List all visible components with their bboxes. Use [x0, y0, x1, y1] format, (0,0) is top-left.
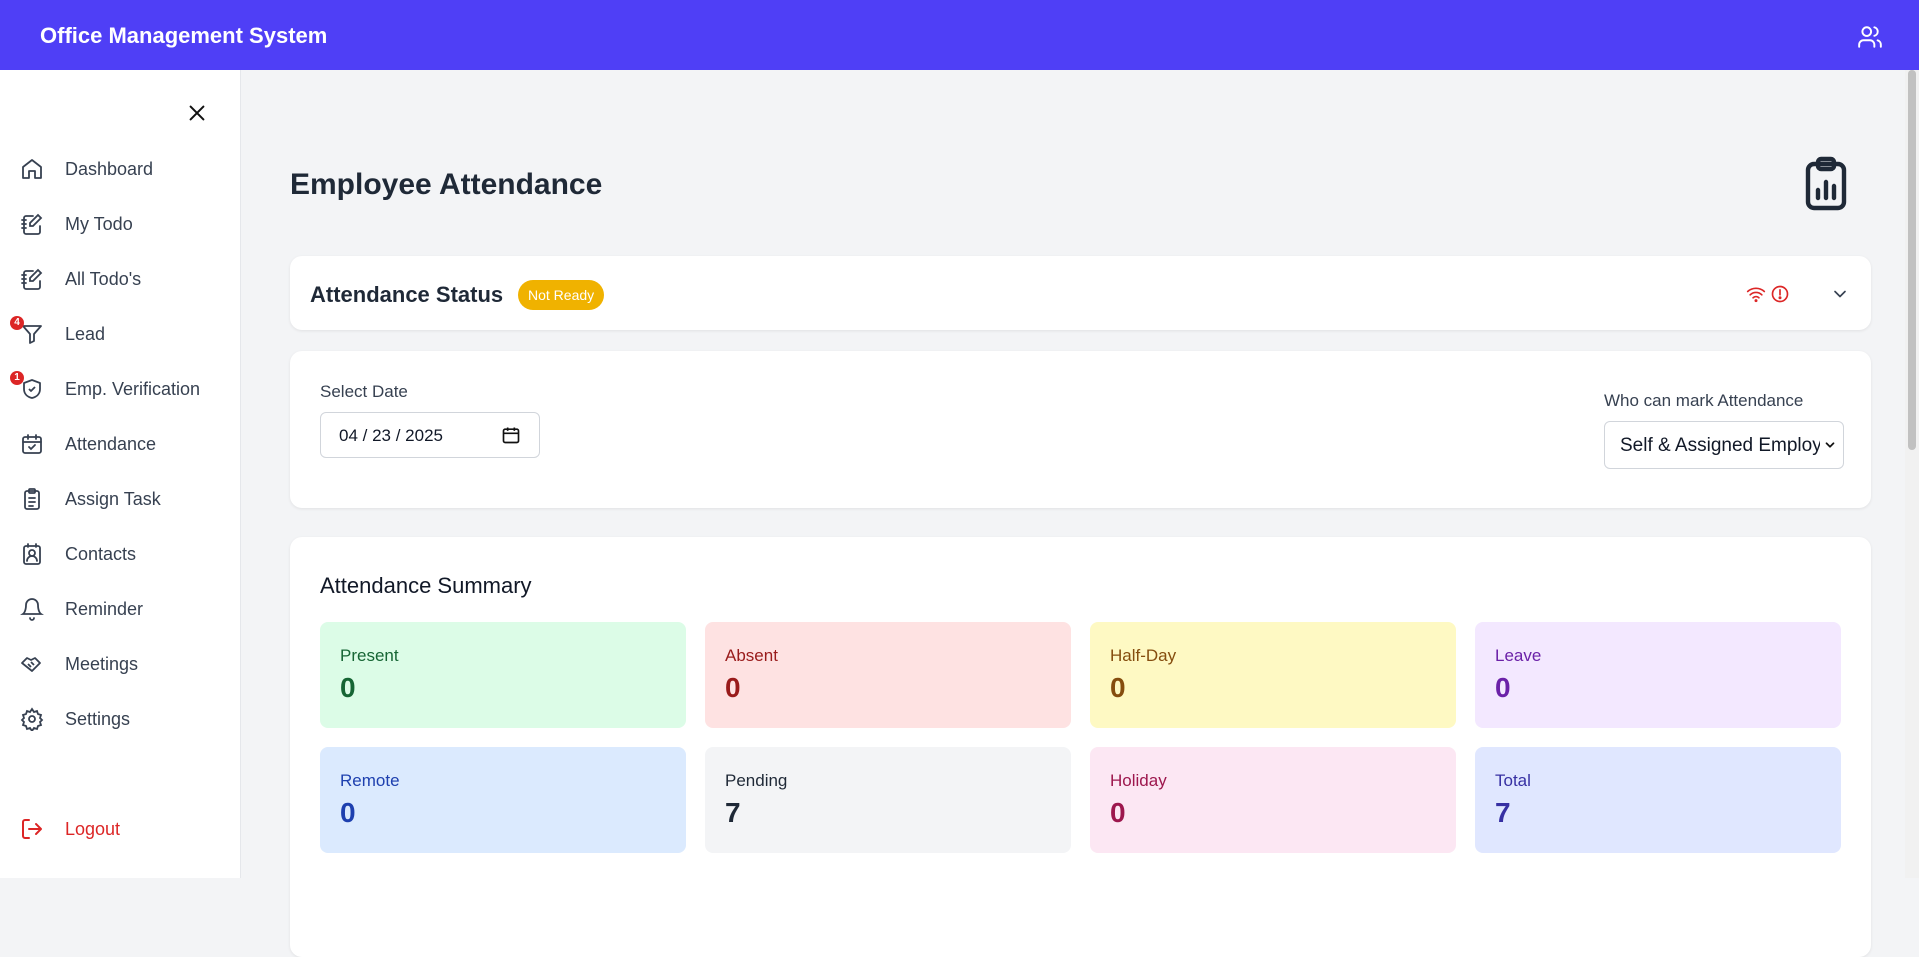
logout-icon [22, 819, 42, 839]
stat-card-leave: Leave 0 [1475, 622, 1841, 728]
who-can-mark-select[interactable]: Self & Assigned Employees [1604, 421, 1844, 469]
sidebar-item-label: Settings [65, 709, 131, 729]
chevron-down-icon [1825, 442, 1835, 448]
stat-card-holiday: Holiday 0 [1090, 747, 1456, 853]
notebook-pen-icon [21, 213, 43, 235]
attendance-summary-card: Attendance Summary Present 0 Absent 0 Ha… [290, 537, 1871, 957]
sidebar-item-label: Lead [65, 324, 106, 344]
notification-badge: 4 [10, 316, 24, 330]
sidebar-item-label: Reminder [65, 599, 144, 619]
clipboard-list-icon [24, 488, 40, 510]
sidebar-item-meetings[interactable]: Meetings [0, 644, 240, 684]
wifi-icon [1746, 287, 1766, 303]
stat-label: Present [340, 646, 399, 665]
page-scrollbar[interactable] [1905, 70, 1919, 878]
stat-card-remote: Remote 0 [320, 747, 686, 853]
clipboard-chart-icon [1805, 156, 1847, 211]
status-badge: Not Ready [518, 280, 605, 310]
stat-card-absent: Absent 0 [705, 622, 1071, 728]
logout-button[interactable]: Logout [0, 809, 240, 849]
stat-label: Half-Day [1110, 646, 1177, 665]
stat-label: Total [1495, 771, 1531, 790]
stat-card-half-day: Half-Day 0 [1090, 622, 1456, 728]
select-date-label: Select Date [320, 382, 408, 401]
sidebar-item-label: All Todo's [65, 269, 142, 289]
sidebar-item-dashboard[interactable]: Dashboard [0, 149, 240, 189]
calendar-check-icon [22, 434, 42, 454]
sidebar-item-label: Contacts [65, 544, 137, 564]
sidebar: Dashboard My Todo All Todo's 4 Lead 1 Em… [0, 70, 241, 878]
close-sidebar-icon[interactable] [186, 102, 208, 124]
alert-circle-icon [1771, 285, 1789, 303]
notification-badge: 1 [10, 371, 24, 385]
sidebar-item-my-todo[interactable]: My Todo [0, 204, 240, 244]
stat-card-total: Total 7 [1475, 747, 1841, 853]
app-title: Office Management System [40, 23, 328, 48]
date-input-value: 04 / 23 / 2025 [339, 426, 443, 445]
sidebar-item-all-todos[interactable]: All Todo's [0, 259, 240, 299]
sidebar-item-label: Meetings [65, 654, 139, 674]
stat-value: 0 [340, 672, 356, 703]
stat-label: Leave [1495, 646, 1542, 665]
stat-label: Pending [725, 771, 788, 790]
stat-value: 0 [1495, 672, 1511, 703]
filter-icon [22, 325, 42, 344]
sidebar-item-attendance[interactable]: Attendance [0, 424, 240, 464]
stat-value: 7 [725, 797, 741, 828]
sidebar-item-lead[interactable]: 4 Lead [0, 314, 240, 354]
calendar-icon[interactable] [501, 425, 521, 445]
scrollbar-thumb[interactable] [1908, 70, 1916, 450]
sidebar-item-label: Attendance [65, 434, 157, 454]
sidebar-item-reminder[interactable]: Reminder [0, 589, 240, 629]
stat-label: Holiday [1110, 771, 1167, 790]
logout-label: Logout [65, 819, 121, 839]
sidebar-item-contacts[interactable]: Contacts [0, 534, 240, 574]
contact-icon [23, 543, 41, 565]
bell-icon [20, 598, 44, 621]
top-bar: Office Management System [0, 0, 1919, 70]
stat-value: 0 [340, 797, 356, 828]
stat-card-pending: Pending 7 [705, 747, 1071, 853]
main-content: Employee Attendance Attendance Status No… [241, 70, 1905, 957]
handshake-icon [21, 657, 41, 672]
stat-card-present: Present 0 [320, 622, 686, 728]
who-can-mark-label: Who can mark Attendance [1604, 391, 1804, 410]
sidebar-item-assign-task[interactable]: Assign Task [0, 479, 240, 519]
shield-check-icon [23, 379, 41, 399]
stat-label: Remote [340, 771, 400, 790]
date-input[interactable]: 04 / 23 / 2025 [320, 412, 540, 458]
stat-value: 0 [1110, 672, 1126, 703]
sidebar-item-label: Dashboard [65, 159, 154, 179]
sidebar-item-label: Assign Task [65, 489, 161, 509]
sidebar-item-label: My Todo [65, 214, 133, 234]
notebook-pen-icon [21, 268, 43, 290]
stat-value: 7 [1495, 797, 1511, 828]
sidebar-item-emp-verification[interactable]: 1 Emp. Verification [0, 369, 240, 409]
sidebar-item-label: Emp. Verification [65, 379, 201, 399]
attendance-summary-title: Attendance Summary [320, 573, 532, 598]
home-icon [22, 159, 42, 179]
attendance-status-title: Attendance Status [310, 282, 504, 307]
sidebar-item-settings[interactable]: Settings [0, 699, 240, 739]
stat-value: 0 [725, 672, 741, 703]
chevron-down-icon[interactable] [1830, 284, 1850, 304]
attendance-filter-card: Select Date 04 / 23 / 2025 Who can mark … [290, 351, 1871, 508]
users-icon[interactable] [1857, 24, 1883, 50]
stat-value: 0 [1110, 797, 1126, 828]
page-title: Employee Attendance [290, 168, 603, 201]
attendance-status-card[interactable]: Attendance Status Not Ready [290, 256, 1871, 330]
gear-icon [20, 707, 44, 731]
who-can-mark-value: Self & Assigned Employees [1620, 435, 1820, 456]
stat-label: Absent [725, 646, 778, 665]
